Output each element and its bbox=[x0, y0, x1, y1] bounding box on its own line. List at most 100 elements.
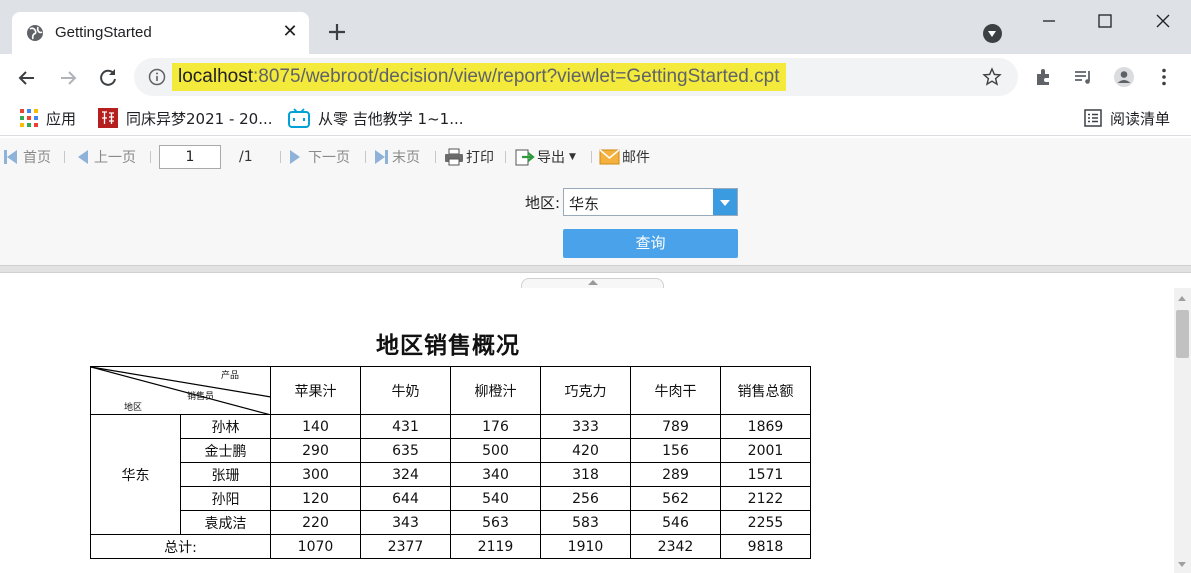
bookmark-label: 应用 bbox=[46, 109, 77, 128]
window-close-icon[interactable] bbox=[1150, 8, 1176, 34]
vertical-scrollbar[interactable] bbox=[1174, 288, 1191, 573]
url-host: localhost bbox=[178, 66, 253, 87]
salesperson-cell: 金士鹏 bbox=[180, 438, 271, 463]
browser-toolbar: localhost:8075/webroot/decision/view/rep… bbox=[0, 54, 1191, 100]
bookmark-star-icon[interactable] bbox=[982, 67, 1002, 87]
page-number-input[interactable]: 1 bbox=[159, 145, 221, 169]
first-page-button[interactable]: 首页 bbox=[4, 147, 51, 167]
bookmark-item[interactable]: 从零 吉他教学 1~1... bbox=[288, 107, 464, 129]
value-cell: 318 bbox=[540, 462, 631, 487]
sales-table: 产品 销售员 地区 苹果汁 牛奶 柳橙汁 巧克力 牛肉干 销售总额 华东 孙林 … bbox=[90, 366, 811, 559]
value-cell: 343 bbox=[360, 510, 451, 535]
value-cell: 431 bbox=[360, 414, 451, 439]
page-total: /1 bbox=[239, 149, 253, 165]
profile-avatar-icon[interactable] bbox=[1113, 66, 1135, 88]
value-cell: 176 bbox=[450, 414, 541, 439]
value-cell: 540 bbox=[450, 486, 541, 511]
site-info-icon[interactable] bbox=[148, 68, 166, 86]
report-content: 地区销售概况 产品 销售员 地区 苹果汁 牛奶 柳橙汁 巧克力 牛肉干 销售总额… bbox=[0, 288, 1174, 573]
back-icon[interactable] bbox=[14, 65, 40, 91]
scroll-up-icon[interactable] bbox=[1178, 296, 1186, 301]
scroll-thumb[interactable] bbox=[1176, 310, 1189, 358]
value-cell: 156 bbox=[630, 438, 721, 463]
reading-list-button[interactable]: 阅读清单 bbox=[1084, 107, 1170, 129]
extensions-puzzle-icon[interactable] bbox=[1033, 66, 1055, 88]
report-toolbar: 首页 上一页 1 /1 下一页 末页 打印 导出 ▼ 邮件 bbox=[0, 138, 1191, 176]
mail-icon bbox=[599, 149, 620, 165]
maximize-icon[interactable] bbox=[1092, 8, 1118, 34]
media-control-icon[interactable] bbox=[1072, 66, 1094, 88]
total-label-cell: 总计: bbox=[90, 534, 271, 559]
export-icon bbox=[515, 149, 535, 166]
bilibili-tv-icon bbox=[288, 108, 310, 128]
salesperson-cell: 孙阳 bbox=[180, 486, 271, 511]
value-cell: 563 bbox=[450, 510, 541, 535]
column-header: 牛肉干 bbox=[630, 366, 721, 415]
forward-icon[interactable] bbox=[55, 65, 81, 91]
region-select-value: 华东 bbox=[569, 195, 600, 213]
diag-product-label: 产品 bbox=[221, 371, 240, 381]
prev-page-icon bbox=[78, 150, 88, 164]
export-button[interactable]: 导出 ▼ bbox=[515, 147, 576, 167]
salesperson-cell: 袁成洁 bbox=[180, 510, 271, 535]
table-row: 华东 孙林 140 431 176 333 789 1869 bbox=[90, 414, 811, 535]
bookmark-item[interactable]: 同床异梦2021 - 20... bbox=[98, 107, 273, 129]
prev-page-button[interactable]: 上一页 bbox=[78, 147, 136, 167]
next-page-button[interactable]: 下一页 bbox=[290, 147, 350, 167]
region-select[interactable]: 华东 bbox=[563, 188, 738, 216]
total-value-cell: 1869 bbox=[720, 414, 811, 439]
parameter-panel: 地区: 华东 查询 bbox=[0, 176, 1191, 266]
salesperson-cell: 孙林 bbox=[180, 414, 271, 439]
value-cell: 289 bbox=[630, 462, 721, 487]
tab-search-icon[interactable] bbox=[983, 24, 1002, 43]
value-cell: 140 bbox=[270, 414, 361, 439]
browser-tab[interactable]: GettingStarted ✕ bbox=[12, 12, 309, 54]
new-tab-icon[interactable] bbox=[325, 20, 349, 44]
query-button[interactable]: 查询 bbox=[563, 229, 738, 258]
value-cell: 420 bbox=[540, 438, 631, 463]
value-cell: 220 bbox=[270, 510, 361, 535]
value-cell: 290 bbox=[270, 438, 361, 463]
minimize-icon[interactable] bbox=[1036, 8, 1062, 34]
value-cell: 546 bbox=[630, 510, 721, 535]
column-header: 柳橙汁 bbox=[450, 366, 541, 415]
panel-splitter[interactable] bbox=[0, 265, 1191, 273]
reading-list-label: 阅读清单 bbox=[1110, 109, 1171, 128]
last-page-button[interactable]: 末页 bbox=[375, 147, 420, 167]
bookmark-apps[interactable]: 应用 bbox=[20, 107, 76, 129]
tab-close-icon[interactable]: ✕ bbox=[280, 22, 300, 42]
mail-button[interactable]: 邮件 bbox=[599, 147, 650, 167]
apps-grid-icon bbox=[20, 109, 38, 127]
reload-icon[interactable] bbox=[95, 65, 121, 91]
scroll-down-icon[interactable] bbox=[1178, 562, 1186, 567]
value-cell: 300 bbox=[270, 462, 361, 487]
column-header: 销售总额 bbox=[720, 366, 811, 415]
region-cell: 华东 bbox=[90, 414, 181, 535]
bookmarks-bar: 应用 同床异梦2021 - 20... 从零 吉他教学 1~1... 阅读清单 bbox=[0, 100, 1191, 136]
reading-list-icon bbox=[1084, 109, 1102, 127]
table-row: 金士鹏 290 635 500 420 156 2001 bbox=[91, 438, 811, 463]
value-cell: 333 bbox=[540, 414, 631, 439]
dropdown-arrow-icon[interactable] bbox=[713, 189, 737, 215]
print-button[interactable]: 打印 bbox=[444, 147, 494, 167]
next-page-icon bbox=[290, 150, 300, 164]
diag-region-label: 地区 bbox=[124, 403, 143, 413]
report-title: 地区销售概况 bbox=[376, 332, 520, 359]
value-cell: 562 bbox=[630, 486, 721, 511]
chrome-menu-icon[interactable] bbox=[1153, 66, 1175, 88]
value-cell: 120 bbox=[270, 486, 361, 511]
collapse-panel-button[interactable] bbox=[521, 278, 664, 288]
value-cell: 583 bbox=[540, 510, 631, 535]
total-cell: 1910 bbox=[540, 534, 631, 559]
region-label: 地区: bbox=[525, 194, 561, 212]
total-cell: 2119 bbox=[450, 534, 541, 559]
total-value-cell: 2255 bbox=[720, 510, 811, 535]
column-header: 牛奶 bbox=[360, 366, 451, 415]
table-header-row: 产品 销售员 地区 苹果汁 牛奶 柳橙汁 巧克力 牛肉干 销售总额 bbox=[90, 366, 811, 415]
value-cell: 635 bbox=[360, 438, 451, 463]
address-bar[interactable]: localhost:8075/webroot/decision/view/rep… bbox=[134, 58, 1018, 96]
diag-salesperson-label: 销售员 bbox=[187, 392, 215, 402]
value-cell: 324 bbox=[360, 462, 451, 487]
url-text[interactable]: localhost:8075/webroot/decision/view/rep… bbox=[172, 63, 786, 91]
diagonal-header-cell: 产品 销售员 地区 bbox=[90, 366, 271, 415]
